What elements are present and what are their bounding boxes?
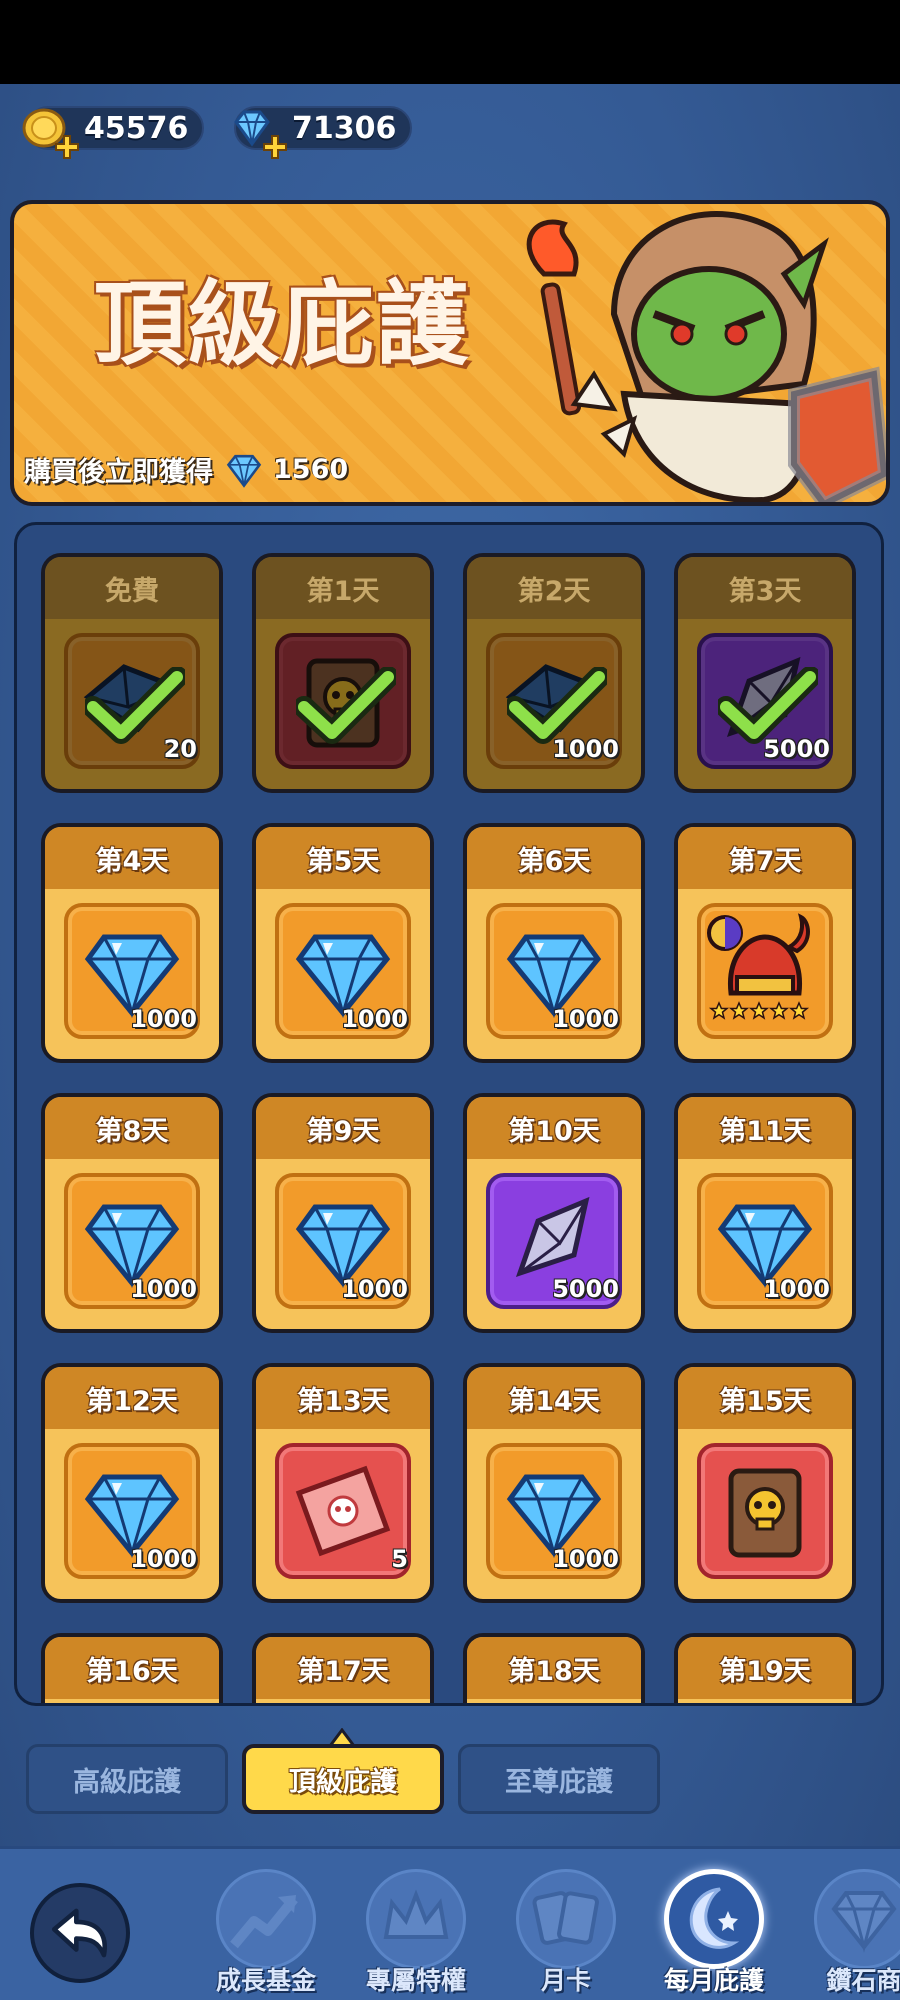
reward-quantity: 1000 <box>763 1275 830 1303</box>
reward-quantity: 1000 <box>341 1275 408 1303</box>
daily-reward-panel[interactable]: 免費 20 第1天 第2天 1000 第3天 5000 第4天 1000 第5天 1000 第6天 10… <box>14 522 884 1706</box>
nav-label: 鑽石商 <box>826 1966 900 1995</box>
reward-card[interactable]: 第17天 <box>252 1633 434 1703</box>
reward-quantity: 1000 <box>552 1005 619 1033</box>
reward-day-label: 第19天 <box>678 1637 852 1699</box>
reward-card[interactable]: 第3天 5000 <box>674 553 856 793</box>
orc-warrior-illustration <box>526 211 886 502</box>
nav-growth-fund[interactable]: 成長基金 <box>206 1869 326 2000</box>
diamond-icon <box>831 1891 897 1953</box>
reward-item-slot <box>697 1443 833 1579</box>
nav-label: 每月庇護 <box>663 1966 764 1995</box>
reward-day-label: 第14天 <box>467 1367 641 1429</box>
reward-quantity: 1000 <box>552 1545 619 1573</box>
reward-card[interactable]: 第15天 <box>674 1363 856 1603</box>
tab-label: 頂級庇護 <box>289 1766 397 1798</box>
nav-exclusive-privilege[interactable]: 專屬特權 <box>356 1869 476 2000</box>
nav-label: 專屬特權 <box>365 1966 466 1995</box>
reward-card[interactable]: 第10天 5000 <box>463 1093 645 1333</box>
reward-card[interactable]: 第13天 5 <box>252 1363 434 1603</box>
banner-subtitle-text: 購買後立即獲得 <box>24 457 213 488</box>
skull-card-icon <box>728 1468 802 1558</box>
reward-quantity: 1000 <box>341 1005 408 1033</box>
reward-day-label: 第5天 <box>256 827 430 889</box>
crown-icon <box>383 1889 449 1939</box>
reward-card[interactable]: 第14天 1000 <box>463 1363 645 1603</box>
reward-card[interactable]: 第2天 1000 <box>463 553 645 793</box>
growth-chart-icon <box>230 1895 298 1949</box>
reward-card[interactable]: 第9天 1000 <box>252 1093 434 1333</box>
add-coins-icon[interactable] <box>54 134 80 160</box>
reward-card[interactable]: 第6天 1000 <box>463 823 645 1063</box>
bottom-nav: 成長基金 專屬特權 月卡 每月庇護 鑽石商 <box>0 1846 900 2000</box>
claimed-check-icon <box>296 667 396 744</box>
reward-day-label: 第1天 <box>256 557 430 619</box>
back-button[interactable] <box>30 1883 130 1983</box>
reward-card[interactable]: 第8天 1000 <box>41 1093 223 1333</box>
reward-day-label: 第12天 <box>45 1367 219 1429</box>
claimed-check-icon <box>718 667 818 744</box>
coin-amount: 45576 <box>84 110 189 146</box>
app-screen: 45576 71306 頂級庇護 購買後立即獲得 1560 免費 20 第1天 … <box>0 84 900 2000</box>
helmet-icon <box>707 913 810 1020</box>
reward-card[interactable]: 第16天 <box>41 1633 223 1703</box>
gem-balance[interactable]: 71306 <box>234 106 412 159</box>
add-gems-icon[interactable] <box>262 134 288 160</box>
reward-card[interactable]: 第19天 <box>674 1633 856 1703</box>
reward-quantity: 1000 <box>130 1545 197 1573</box>
reward-day-label: 第15天 <box>678 1367 852 1429</box>
cards-icon <box>532 1891 599 1945</box>
back-arrow-icon <box>51 1908 107 1958</box>
reward-day-label: 第16天 <box>45 1637 219 1699</box>
skull-ticket-icon <box>295 1465 391 1557</box>
claimed-check-icon <box>507 667 607 744</box>
reward-card[interactable]: 第12天 1000 <box>41 1363 223 1603</box>
reward-day-label: 免費 <box>45 557 219 619</box>
nav-monthly-card[interactable]: 月卡 <box>506 1869 626 2000</box>
reward-day-label: 第6天 <box>467 827 641 889</box>
reward-card[interactable]: 第11天 1000 <box>674 1093 856 1333</box>
banner-title: 頂級庇護 <box>94 270 471 378</box>
reward-quantity: 1000 <box>130 1275 197 1303</box>
reward-day-label: 第17天 <box>256 1637 430 1699</box>
tab-label: 至尊庇護 <box>505 1766 613 1798</box>
reward-day-label: 第18天 <box>467 1637 641 1699</box>
coin-balance[interactable]: 45576 <box>22 106 204 159</box>
reward-quantity: 5000 <box>552 1275 619 1303</box>
reward-quantity: 1000 <box>130 1005 197 1033</box>
status-bar <box>0 0 900 84</box>
reward-day-label: 第4天 <box>45 827 219 889</box>
tab-advanced-shelter[interactable]: 高級庇護 <box>26 1744 228 1814</box>
reward-day-label: 第3天 <box>678 557 852 619</box>
nav-label: 月卡 <box>540 1966 591 1995</box>
banner-subtitle: 購買後立即獲得 1560 <box>24 450 348 489</box>
reward-card[interactable]: 第5天 1000 <box>252 823 434 1063</box>
nav-monthly-shelter[interactable]: 每月庇護 <box>654 1869 774 2000</box>
reward-day-label: 第10天 <box>467 1097 641 1159</box>
reward-card[interactable]: 第4天 1000 <box>41 823 223 1063</box>
reward-day-label: 第11天 <box>678 1097 852 1159</box>
tab-supreme-shelter[interactable]: 至尊庇護 <box>458 1744 660 1814</box>
reward-card[interactable]: 第7天 <box>674 823 856 1063</box>
reward-card[interactable]: 第1天 <box>252 553 434 793</box>
reward-day-label: 第2天 <box>467 557 641 619</box>
nav-diamond-shop[interactable]: 鑽石商 <box>804 1869 900 2000</box>
banner-gem-amount: 1560 <box>273 454 349 485</box>
reward-item-slot <box>697 903 833 1039</box>
reward-day-label: 第9天 <box>256 1097 430 1159</box>
reward-card[interactable]: 第18天 <box>463 1633 645 1703</box>
reward-day-label: 第13天 <box>256 1367 430 1429</box>
diamond-icon <box>226 454 262 488</box>
nav-label: 成長基金 <box>215 1966 316 1995</box>
claimed-check-icon <box>85 667 185 744</box>
tab-label: 高級庇護 <box>73 1766 181 1798</box>
moon-star-icon <box>689 1887 740 1949</box>
reward-day-label: 第8天 <box>45 1097 219 1159</box>
reward-card[interactable]: 免費 20 <box>41 553 223 793</box>
reward-day-label: 第7天 <box>678 827 852 889</box>
gem-amount: 71306 <box>292 110 397 146</box>
reward-quantity: 5 <box>391 1545 408 1573</box>
tab-premium-shelter[interactable]: 頂級庇護 <box>242 1744 444 1814</box>
premium-banner: 頂級庇護 購買後立即獲得 1560 <box>10 200 890 506</box>
